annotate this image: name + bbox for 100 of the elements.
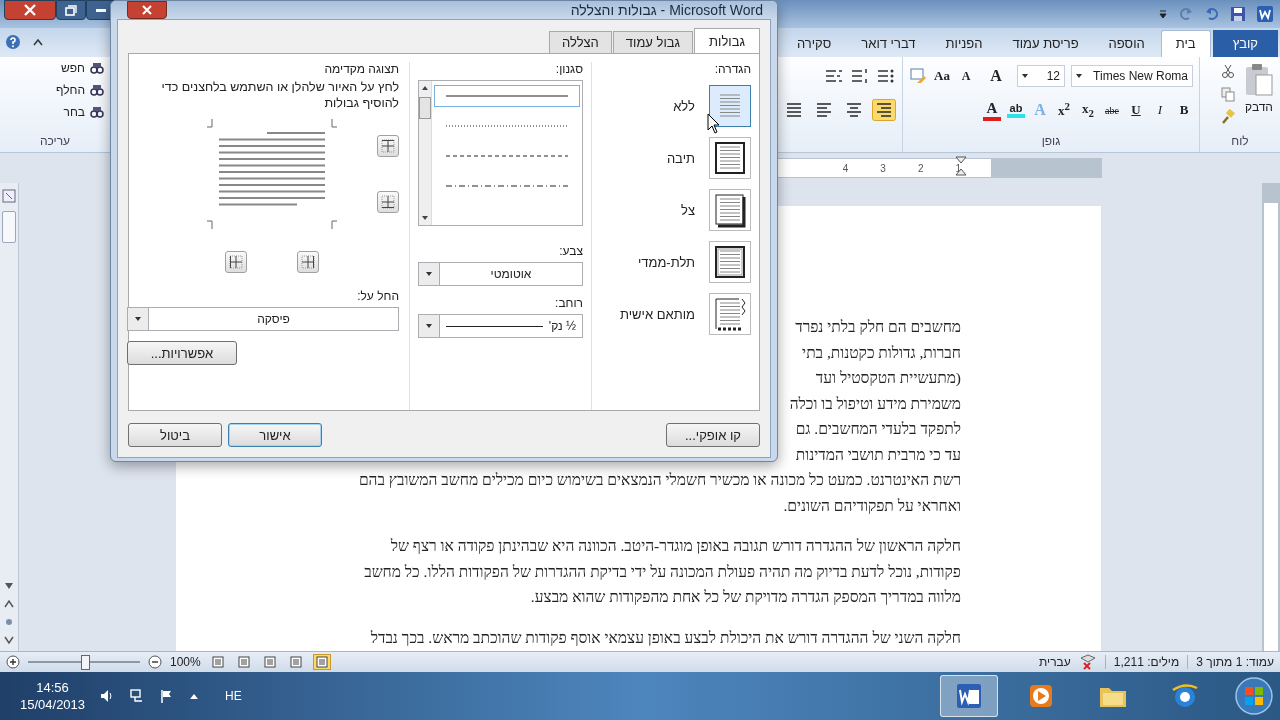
ruler-toggle-icon[interactable] — [2, 189, 16, 203]
document-text-line: משמירת מידע וטיפול בו וכלה — [789, 394, 961, 412]
cancel-button[interactable]: ביטול — [128, 423, 222, 447]
cut-icon[interactable] — [1220, 63, 1236, 79]
border-preview-drawing[interactable] — [207, 119, 337, 230]
scroll-thumb[interactable] — [2, 211, 16, 243]
zoom-level[interactable]: 100% — [170, 655, 201, 669]
grow-font-button[interactable]: A — [981, 67, 1011, 85]
script-button[interactable]: x$_{2}$ — [1079, 101, 1097, 119]
mouse-pointer-icon — [707, 113, 721, 135]
document-app-icon[interactable] — [940, 675, 998, 717]
bold-button[interactable]: B — [1175, 102, 1193, 118]
multilevel-list-icon[interactable] — [824, 68, 844, 84]
browse-object-icon[interactable] — [3, 617, 15, 627]
vertical-scrollbar[interactable] — [0, 183, 19, 651]
setting-option-icon[interactable] — [709, 293, 751, 335]
close-button[interactable] — [127, 1, 167, 19]
options-button[interactable]: אפשרויות... — [127, 341, 237, 366]
document-text-line: לתפקד בלעדי המחשבים. גם — [795, 420, 961, 437]
binoculars-icon — [90, 105, 104, 119]
shrink-font-button[interactable]: A — [957, 68, 975, 84]
minimize-icon — [96, 8, 106, 12]
ribbon-tab[interactable]: הוספה — [1094, 30, 1159, 57]
font-size-field[interactable]: 12 — [1017, 65, 1065, 87]
zoom-slider-thumb[interactable] — [81, 655, 90, 670]
editing-command[interactable]: בחר — [6, 105, 104, 119]
ribbon-tab[interactable]: קובץ — [1212, 30, 1278, 57]
paste-button[interactable]: הדבק — [1244, 63, 1274, 134]
italic-button[interactable]: I — [1151, 102, 1169, 118]
bottom-border-button[interactable] — [377, 191, 399, 214]
scroll-down-icon[interactable] — [421, 215, 429, 221]
restore-button[interactable] — [56, 0, 86, 20]
clock-date: 15/04/2013 — [20, 697, 86, 712]
clock[interactable]: 14:56 15/04/2013 — [20, 680, 86, 712]
proofing-icon[interactable] — [1078, 654, 1097, 670]
next-page-icon[interactable] — [3, 635, 15, 645]
right-border-button[interactable] — [297, 251, 319, 274]
script-button[interactable]: x$^{2}$ — [1055, 100, 1073, 120]
save-icon[interactable] — [1230, 6, 1246, 22]
close-button[interactable] — [4, 0, 56, 20]
ruler-number: 2 — [917, 162, 924, 174]
view-button[interactable] — [312, 654, 331, 670]
setting-option-icon[interactable] — [709, 137, 751, 179]
horizontal-line-button[interactable]: קו אופקי... — [666, 423, 760, 447]
editing-command[interactable]: חפש — [6, 61, 104, 75]
dialog-tab[interactable]: גבולות — [694, 28, 760, 53]
strike-button[interactable]: abe — [1103, 104, 1121, 116]
setting-option-label[interactable]: מותאם אישית — [620, 306, 695, 322]
numbering-icon[interactable] — [850, 68, 870, 84]
previous-page-icon[interactable] — [3, 599, 15, 609]
scroll-down-icon[interactable] — [3, 581, 15, 591]
color-dropdown[interactable]: אוטומטי — [418, 262, 583, 286]
show-hidden-icons[interactable] — [189, 692, 200, 700]
page-count[interactable]: עמוד: 1 מתוך 3 — [1196, 655, 1274, 669]
left-border-button[interactable] — [225, 251, 247, 274]
change-case-button[interactable]: Aa — [933, 68, 951, 84]
top-border-button[interactable] — [377, 135, 399, 158]
bullets-icon[interactable] — [876, 68, 896, 84]
underline-button[interactable]: U — [1127, 102, 1145, 118]
editing-command[interactable]: החלף — [6, 83, 104, 97]
setting-option-icon[interactable] — [709, 241, 751, 283]
ribbon-tab[interactable]: דברי דואר — [847, 30, 930, 57]
language-indicator[interactable]: עברית — [1039, 655, 1071, 669]
ribbon-tab[interactable]: פריסת עמוד — [998, 30, 1093, 57]
setting-option-label[interactable]: תלת-ממדי — [637, 254, 695, 270]
font-name-field[interactable]: Times New Roma — [1071, 65, 1193, 87]
preview-label: תצוגה מקדימה — [323, 62, 399, 76]
scrollbar[interactable] — [419, 81, 432, 225]
setting-option-label[interactable]: צל — [681, 202, 695, 218]
collapse-ribbon-icon[interactable] — [33, 38, 43, 46]
binoculars-icon — [90, 61, 104, 75]
brush-icon[interactable] — [1220, 109, 1236, 125]
dialog-tab[interactable]: גבול עמוד — [612, 31, 694, 53]
start-button[interactable] — [1234, 676, 1274, 716]
setting-option-label[interactable]: ללא — [673, 98, 695, 114]
undo-icon[interactable] — [1204, 7, 1220, 21]
dialog-tab[interactable]: הצללה — [548, 31, 612, 53]
input-language[interactable]: HE — [225, 689, 242, 703]
ribbon-tab[interactable]: הפניות — [931, 30, 997, 57]
ribbon-tab[interactable]: סקירה — [782, 30, 846, 57]
word-count[interactable]: מילים: 1,211 — [1113, 655, 1180, 669]
help-icon[interactable] — [5, 34, 21, 50]
ribbon-tab[interactable]: בית — [1160, 30, 1211, 57]
apply-to-dropdown[interactable]: פיסקה — [127, 307, 399, 332]
align-button[interactable] — [872, 99, 896, 121]
close-icon — [141, 5, 153, 15]
setting-option-icon[interactable] — [709, 189, 751, 231]
width-dropdown[interactable]: ½ נק' — [418, 314, 583, 338]
color-button[interactable]: A — [983, 99, 1001, 121]
scroll-thumb[interactable] — [419, 97, 431, 119]
zoom-in-icon[interactable] — [6, 655, 20, 669]
highlight-button[interactable]: ab — [1007, 102, 1025, 118]
ok-button[interactable]: אישור — [228, 423, 322, 447]
customize-toolbar-icon[interactable] — [1158, 9, 1168, 19]
line-style-option[interactable] — [434, 85, 580, 107]
scroll-up-icon[interactable] — [421, 85, 429, 91]
ruler-number: 3 — [880, 162, 886, 174]
setting-option-label[interactable]: תיבה — [666, 150, 695, 166]
close-icon — [23, 4, 37, 16]
zoom-out-icon[interactable] — [148, 655, 162, 669]
